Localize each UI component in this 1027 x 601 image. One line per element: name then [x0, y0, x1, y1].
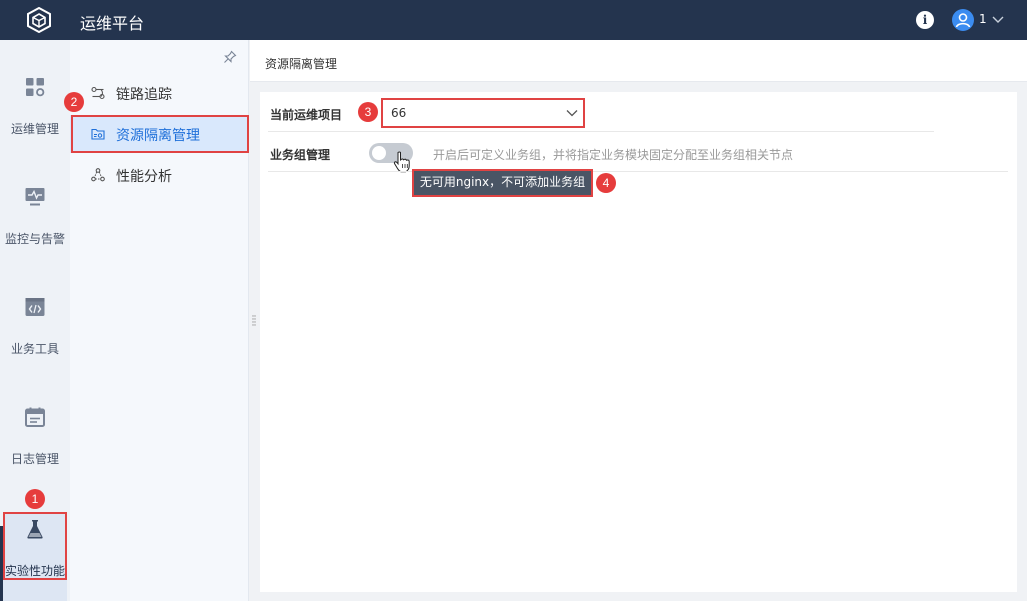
submenu-item-performance[interactable]: 性能分析 — [70, 156, 249, 194]
pin-icon[interactable] — [223, 50, 237, 64]
submenu-label: 性能分析 — [116, 169, 172, 185]
hand-cursor-icon — [393, 151, 410, 173]
submenu-label: 链路追踪 — [116, 87, 172, 103]
user-name[interactable]: 1 — [979, 12, 987, 26]
chevron-down-icon[interactable] — [991, 12, 1005, 26]
rail-item-monitoring[interactable]: 监控与告警 — [0, 186, 70, 276]
rail-label: 日志管理 — [10, 452, 59, 466]
app-title: 运维平台 — [80, 14, 145, 33]
content-panel — [260, 92, 1017, 592]
submenu-item-trace[interactable]: 链路追踪 — [70, 74, 249, 112]
rail-label: 业务工具 — [10, 342, 59, 356]
calendar-log-icon — [25, 407, 45, 427]
highlight-box-3 — [381, 98, 585, 128]
user-icon — [955, 13, 971, 28]
main-header: 资源隔离管理 — [250, 40, 1027, 82]
top-bar: 运维平台 i 1 — [0, 0, 1027, 40]
business-group-label: 业务组管理 — [270, 148, 331, 162]
dashboard-grid-icon — [26, 78, 45, 97]
step-marker-3: 3 — [358, 102, 378, 122]
trace-icon — [91, 86, 105, 100]
splitter-handle-icon[interactable] — [252, 314, 256, 328]
rail-label: 运维管理 — [10, 122, 59, 136]
code-window-icon — [25, 298, 45, 316]
form-divider — [268, 131, 934, 132]
rail-item-business-tools[interactable]: 业务工具 — [0, 296, 70, 386]
highlight-box-4 — [412, 169, 593, 197]
rail-item-ops-management[interactable]: 运维管理 — [0, 76, 70, 166]
page-title: 资源隔离管理 — [265, 57, 338, 71]
switch-knob — [372, 146, 386, 160]
step-marker-2: 2 — [64, 92, 84, 112]
user-avatar[interactable] — [952, 9, 974, 31]
primary-nav-rail: 运维管理 监控与告警 业务工具 日志管理 实验性功能 1 — [0, 40, 70, 601]
step-marker-1: 1 — [25, 489, 45, 509]
step-marker-4: 4 — [596, 173, 616, 193]
rail-item-log-management[interactable]: 日志管理 — [0, 406, 70, 496]
switch-description: 开启后可定义业务组，并将指定业务模块固定分配至业务组相关节点 — [433, 148, 794, 162]
form-divider — [268, 171, 1008, 172]
info-icon[interactable]: i — [916, 11, 934, 29]
monitor-icon — [25, 188, 45, 206]
project-label: 当前运维项目 — [270, 108, 343, 122]
rail-label: 监控与告警 — [4, 232, 65, 246]
secondary-nav-menu: 链路追踪 资源隔离管理 性能分析 2 — [64, 40, 249, 601]
nodes-icon — [91, 168, 105, 182]
highlight-box-2 — [71, 115, 249, 153]
cube-logo-icon — [27, 7, 51, 33]
highlight-box-1 — [3, 512, 67, 580]
